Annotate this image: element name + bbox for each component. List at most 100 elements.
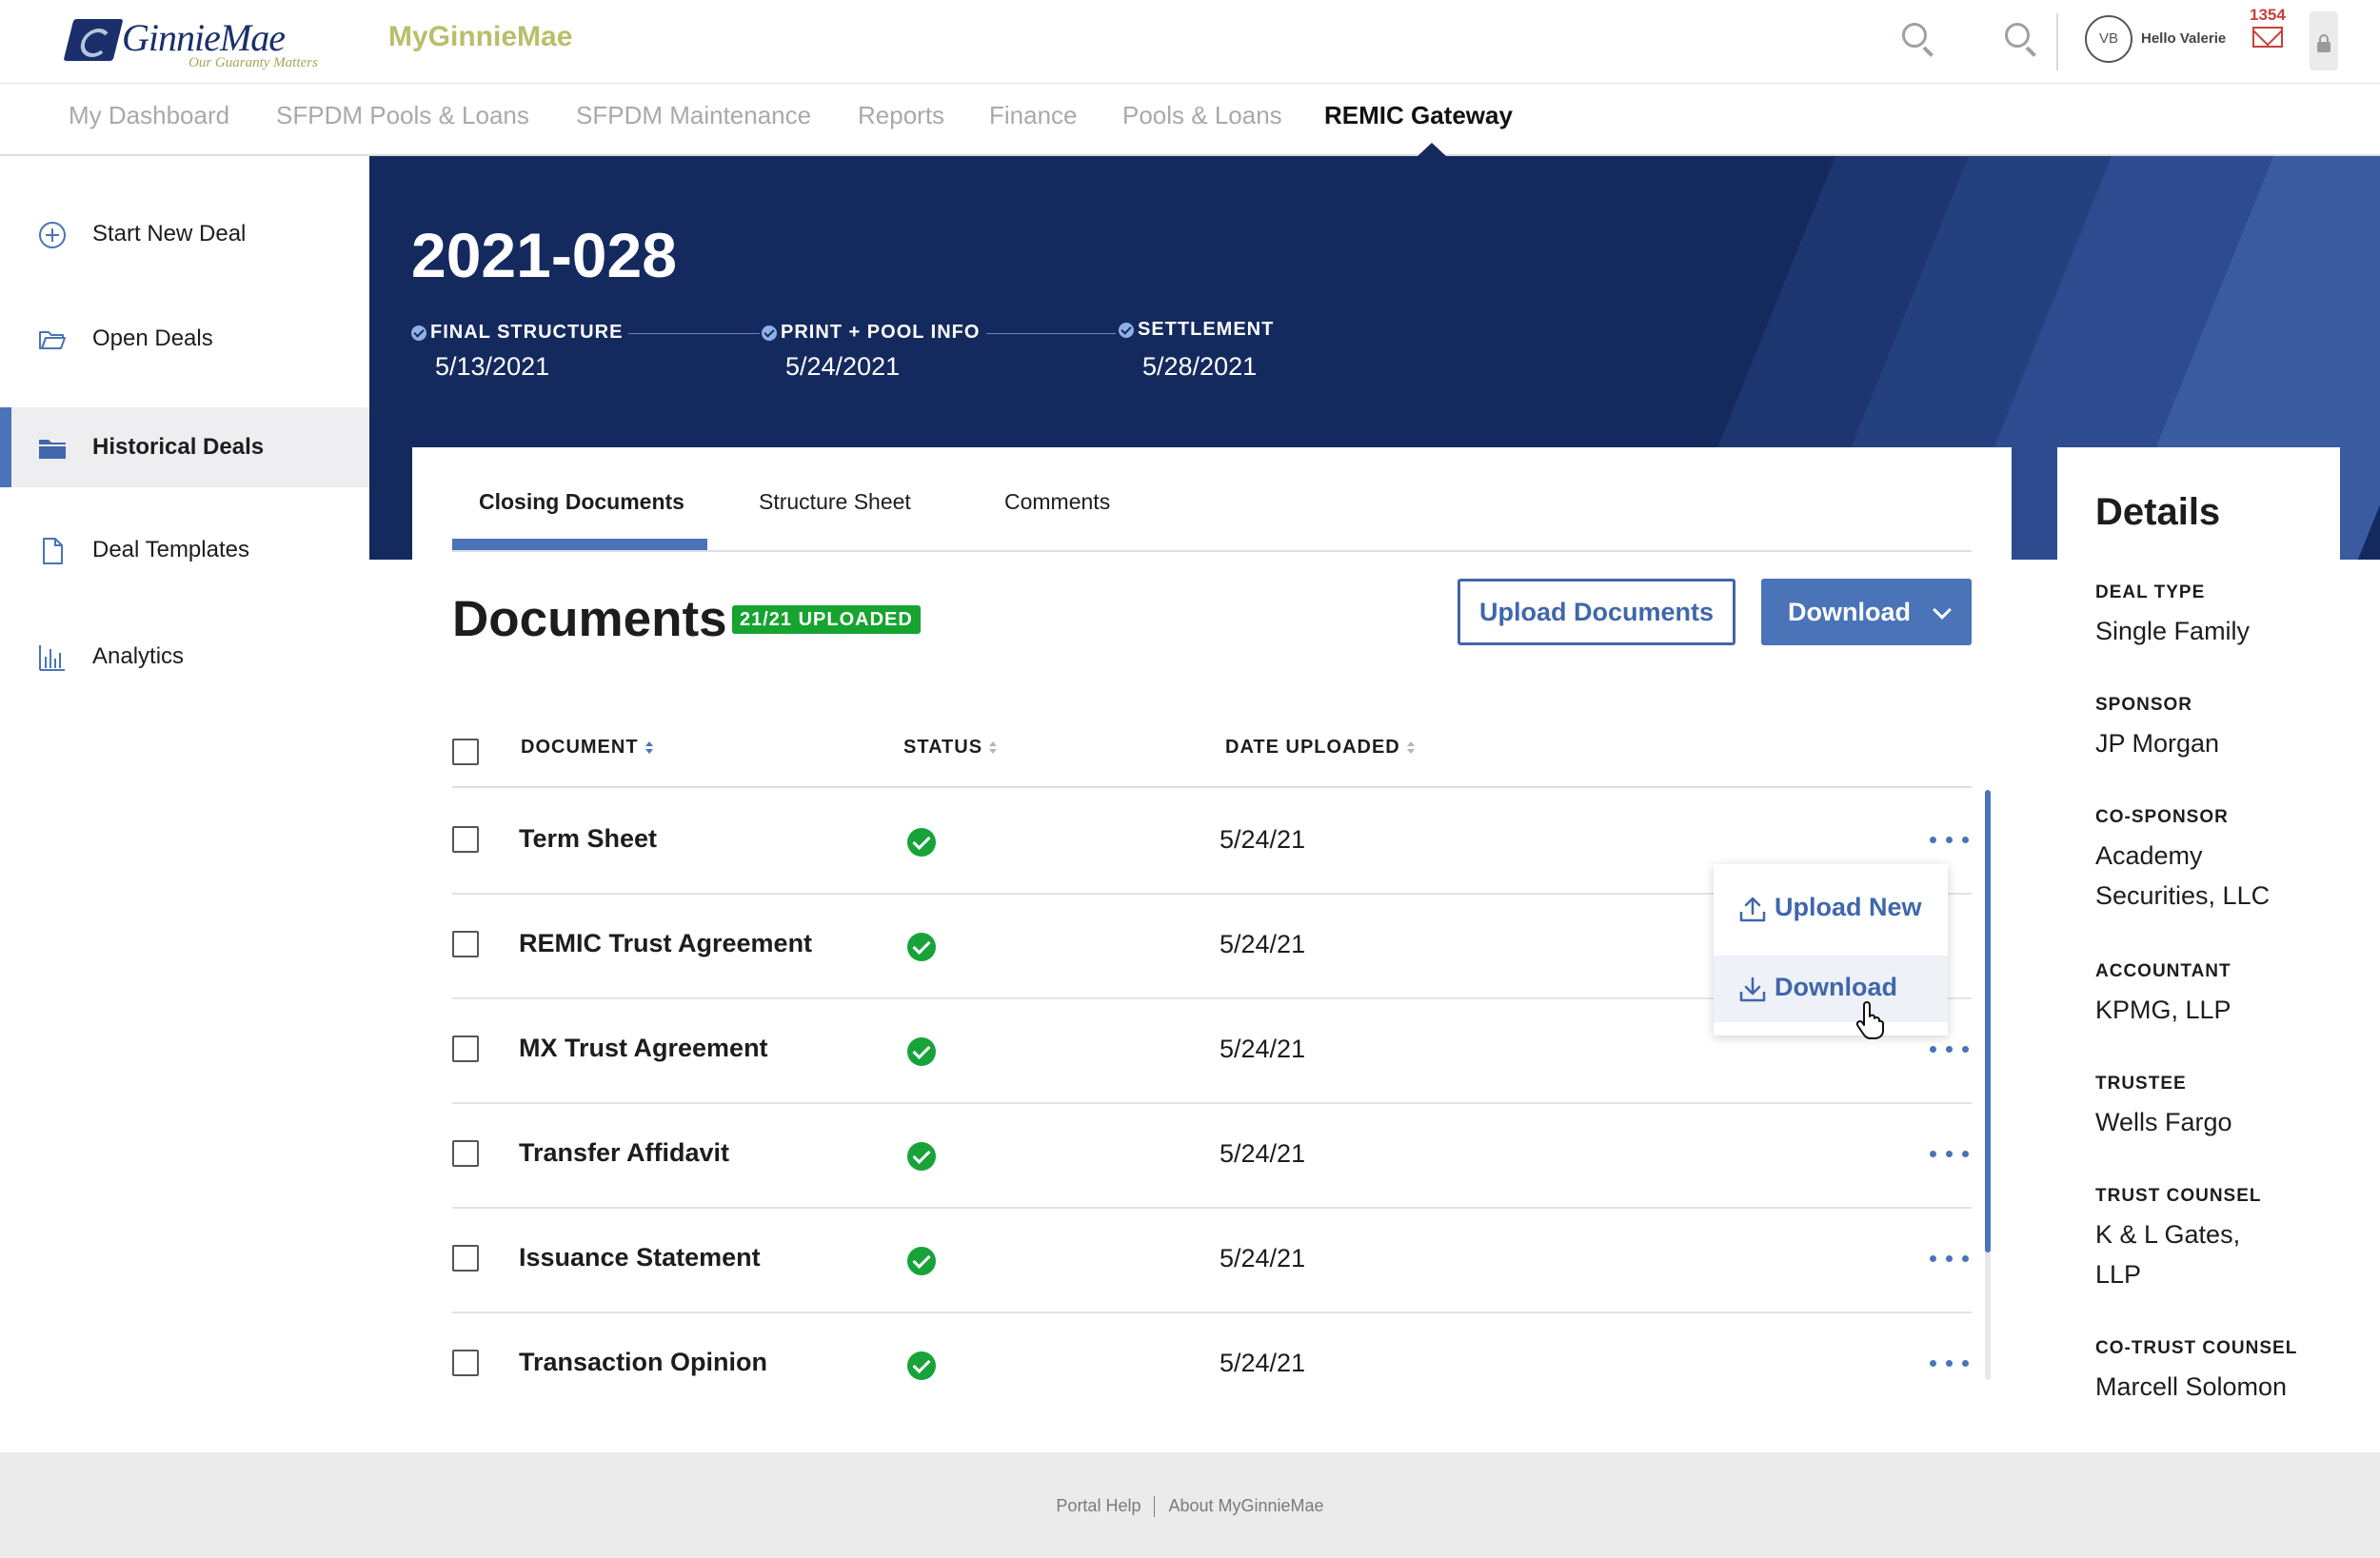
upload-icon [1739,897,1766,922]
document-name[interactable]: Transaction Opinion [519,1348,767,1377]
menu-item-label: Upload New [1775,893,1922,921]
details-panel: Details DEAL TYPE Single Family SPONSOR … [2057,447,2340,1409]
sidebar-item-label: Open Deals [92,325,213,351]
mail-icon[interactable] [2252,27,2283,48]
row-checkbox[interactable] [452,1245,479,1272]
row-actions-menu-icon[interactable] [1926,1144,1973,1163]
detail-label-accountant: ACCOUNTANT [2095,961,2231,981]
document-name[interactable]: MX Trust Agreement [519,1034,768,1063]
folder-icon [39,440,66,459]
sidebar-item-label: Analytics [92,643,185,669]
sidebar: Start New Deal Open Deals Historical Dea… [0,156,369,1452]
footer: Portal Help About MyGinnieMae [0,1452,2380,1558]
portal-help-link[interactable]: Portal Help [1056,1496,1140,1515]
header-divider [2056,13,2058,70]
upload-documents-button[interactable]: Upload Documents [1458,579,1735,645]
tab-structure-sheet[interactable]: Structure Sheet [759,489,911,515]
plus-circle-icon [39,222,66,248]
open-folder-icon [39,331,66,349]
sidebar-item-analytics[interactable]: Analytics [0,617,369,697]
uploaded-check-icon [907,1037,936,1066]
table-header: DOCUMENT STATUS DATE UPLOADED [452,721,1972,788]
app-name[interactable]: MyGinnieMae [388,21,572,53]
search-icon[interactable] [2001,21,2039,59]
uploaded-check-icon [907,1142,936,1171]
detail-label-deal-type: DEAL TYPE [2095,582,2206,602]
sidebar-item-label: Historical Deals [92,434,265,460]
detail-value-trust-counsel: K & L Gates, LLP [2095,1220,2241,1289]
table-scrollbar-thumb[interactable] [1985,790,1991,1252]
hand-pointer-cursor-icon [1855,1001,1884,1039]
sidebar-item-open-deals[interactable]: Open Deals [0,299,369,379]
row-checkbox[interactable] [452,826,479,853]
column-header-status[interactable]: STATUS [903,737,998,759]
sidebar-item-label: Start New Deal [92,221,247,247]
sidebar-item-historical-deals[interactable]: Historical Deals [0,407,369,487]
column-header-document[interactable]: DOCUMENT [521,737,654,759]
detail-value-accountant: KPMG, LLP [2095,996,2231,1024]
download-icon [1739,976,1766,1002]
details-title: Details [2095,491,2221,533]
detail-value-co-trust-counsel: Marcell Solomon [2095,1372,2288,1401]
nav-sfpdm-maintenance[interactable]: SFPDM Maintenance [576,101,811,130]
tab-comments[interactable]: Comments [1004,489,1110,515]
tab-bar: Closing Documents Structure Sheet Commen… [452,447,1972,552]
bar-chart-icon [39,645,65,671]
nav-pools-loans[interactable]: Pools & Loans [1122,101,1282,130]
nav-my-dashboard[interactable]: My Dashboard [69,101,229,130]
avatar[interactable]: VB [2085,15,2132,63]
row-actions-menu-icon[interactable] [1926,1249,1973,1268]
date-uploaded: 5/24/21 [1220,1349,1306,1377]
menu-item-upload-new[interactable]: Upload New [1714,876,1948,942]
table-row[interactable]: Transaction Opinion 5/24/21 [452,1313,1972,1409]
milestone-date: 5/24/2021 [785,352,901,381]
nav-sfpdm-pools-loans[interactable]: SFPDM Pools & Loans [276,101,529,130]
active-nav-indicator [1417,143,1447,157]
date-uploaded: 5/24/21 [1220,1139,1306,1168]
date-uploaded: 5/24/21 [1220,930,1306,958]
sort-icon [1406,740,1416,755]
lock-button[interactable] [2310,11,2338,70]
detail-label-trustee: TRUSTEE [2095,1074,2187,1094]
nav-finance[interactable]: Finance [989,101,1078,130]
document-name[interactable]: Issuance Statement [519,1243,761,1272]
row-checkbox[interactable] [452,931,479,957]
row-actions-menu-icon[interactable] [1926,1039,1973,1058]
row-actions-menu-icon[interactable] [1926,1353,1973,1372]
documents-title: Documents [452,591,727,647]
sidebar-item-deal-templates[interactable]: Deal Templates [0,510,369,590]
select-all-checkbox[interactable] [452,739,479,765]
row-actions-menu-icon[interactable] [1926,830,1973,849]
ginnie-mae-logo[interactable]: GinnieMae Our Guaranty Matters [63,13,345,70]
download-dropdown-button[interactable]: Download [1761,579,1972,645]
document-name[interactable]: Transfer Affidavit [519,1138,729,1168]
detail-value-co-sponsor: Academy Securities, LLC [2095,841,2271,910]
menu-item-download[interactable]: Download [1714,956,1948,1022]
table-row[interactable]: Transfer Affidavit 5/24/21 [452,1104,1972,1209]
document-name[interactable]: REMIC Trust Agreement [519,929,812,958]
row-actions-menu: Upload New Download [1714,864,1948,1035]
user-greeting[interactable]: Hello Valerie [2141,30,2226,47]
detail-label-co-sponsor: CO-SPONSOR [2095,807,2229,827]
tab-closing-documents[interactable]: Closing Documents [479,489,684,515]
nav-remic-gateway[interactable]: REMIC Gateway [1324,101,1513,130]
table-row[interactable]: Issuance Statement 5/24/21 [452,1209,1972,1313]
date-uploaded: 5/24/21 [1220,825,1306,854]
row-checkbox[interactable] [452,1140,479,1167]
detail-value-sponsor: JP Morgan [2095,729,2220,758]
uploaded-check-icon [907,828,936,857]
sidebar-item-start-new-deal[interactable]: Start New Deal [0,194,369,274]
uploaded-check-icon [907,1351,936,1380]
row-checkbox[interactable] [452,1350,479,1376]
milestone-final-structure: FINAL STRUCTURE [411,322,623,344]
milestone-connector [628,333,760,334]
document-icon [43,538,63,564]
row-checkbox[interactable] [452,1035,479,1062]
search-icon[interactable] [1898,21,1936,59]
milestone-print-pool-info: PRINT + POOL INFO [762,322,980,344]
check-icon [762,325,777,341]
nav-reports[interactable]: Reports [858,101,944,130]
document-name[interactable]: Term Sheet [519,824,657,854]
column-header-date-uploaded[interactable]: DATE UPLOADED [1225,737,1416,759]
about-link[interactable]: About MyGinnieMae [1168,1496,1323,1515]
